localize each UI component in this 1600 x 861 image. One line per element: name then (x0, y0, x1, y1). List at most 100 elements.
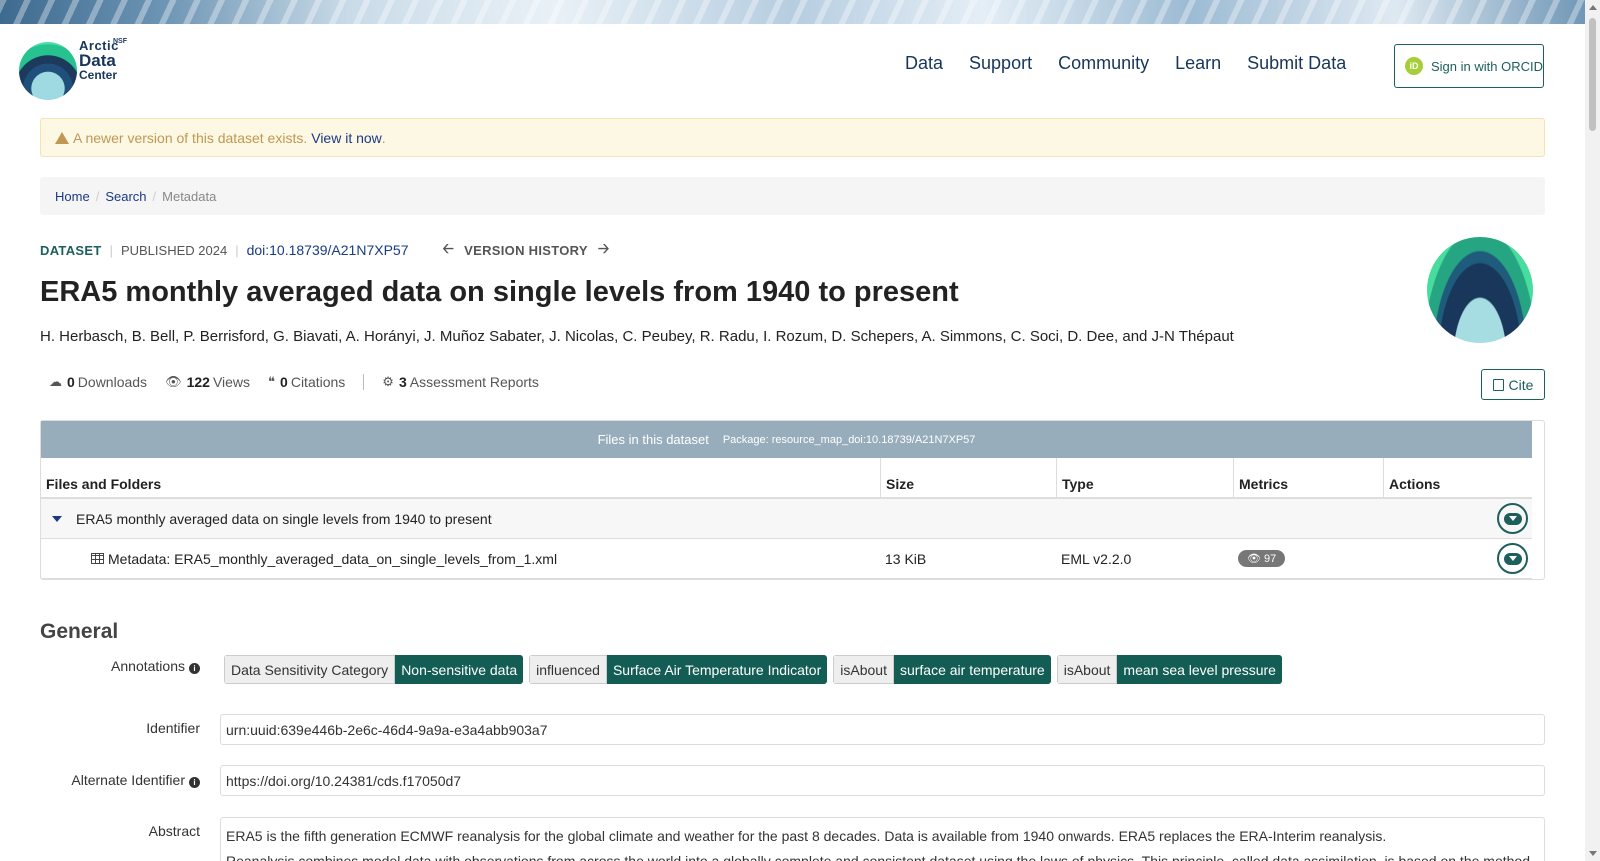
sign-in-orcid-button[interactable]: iD Sign in with ORCID (1394, 44, 1544, 88)
next-version-arrow-icon[interactable]: 🡢 (598, 238, 610, 262)
identifier-field[interactable]: urn:uuid:639e446b-2e6c-46d4-9a9a-e3a4abb… (220, 714, 1545, 745)
alert-text: A newer version of this dataset exists. (73, 129, 308, 146)
abstract-paragraph: ERA5 is the fifth generation ECMWF reana… (226, 828, 1387, 844)
breadcrumb-current: Metadata (162, 188, 217, 204)
alternate-identifier-label: Alternate Identifier i (0, 772, 200, 788)
abstract-field: ERA5 is the fifth generation ECMWF reana… (220, 817, 1545, 861)
folder-cell: ERA5 monthly averaged data on single lev… (41, 499, 880, 538)
table-icon (91, 553, 104, 564)
assessment-label: Assessment Reports (409, 374, 539, 390)
published-year: PUBLISHED 2024 (120, 242, 228, 258)
annotation-value: Non-sensitive data (395, 655, 524, 684)
info-icon[interactable]: i (189, 663, 200, 674)
view-newer-version-link[interactable]: View it now (311, 130, 382, 146)
citations-count: 0 (280, 374, 288, 390)
annotations-list: Data Sensitivity Category Non-sensitive … (224, 655, 1282, 684)
site-header: Arctic Data Center NSF Data Support Comm… (0, 24, 1585, 116)
table-row: ERA5 monthly averaged data on single lev… (41, 499, 1532, 539)
breadcrumb-separator: / (95, 188, 100, 204)
logo-emblem-icon (19, 42, 77, 100)
scrollbar-thumb[interactable] (1589, 18, 1596, 131)
citations-label: Citations (290, 374, 346, 390)
collapse-caret-icon[interactable] (52, 515, 62, 522)
download-folder-button[interactable] (1497, 503, 1528, 534)
identifier-label: Identifier (146, 720, 200, 736)
annotation-property: isAbout (1056, 655, 1118, 684)
folder-name[interactable]: ERA5 monthly averaged data on single lev… (76, 511, 492, 527)
orcid-icon: iD (1405, 57, 1423, 75)
downloads-count: 0 (67, 374, 75, 390)
scroll-down-arrow-icon[interactable] (1589, 851, 1597, 856)
stats-divider (363, 374, 365, 390)
annotation-property: influenced (529, 655, 607, 684)
file-type: EML v2.2.0 (1061, 550, 1132, 567)
meta-divider: | (109, 242, 113, 258)
table-row: Metadata: ERA5_monthly_averaged_data_on_… (41, 539, 1532, 579)
info-icon[interactable]: i (189, 777, 200, 788)
nav-data[interactable]: Data (905, 53, 943, 74)
version-history: 🡠 VERSION HISTORY 🡢 (433, 238, 620, 262)
cloud-download-icon (1503, 552, 1522, 565)
quote-icon: ❝ (268, 374, 276, 389)
file-size: 13 KiB (885, 550, 927, 567)
file-views-badge: 👁 97 (1238, 550, 1286, 567)
column-files-and-folders[interactable]: Files and Folders (41, 458, 880, 499)
warning-icon (55, 131, 69, 144)
general-heading: General (40, 620, 119, 643)
annotation-pill[interactable]: isAbout surface air temperature (833, 655, 1051, 684)
annotation-value: mean sea level pressure (1117, 655, 1282, 684)
downloads-stat: ☁ 0 Downloads (49, 374, 147, 390)
nav-learn[interactable]: Learn (1175, 53, 1221, 74)
arctic-data-center-logo[interactable]: Arctic Data Center (19, 38, 131, 100)
eye-icon: 👁 (165, 374, 182, 389)
downloads-label: Downloads (77, 374, 148, 390)
files-table: Files in this dataset Package: resource_… (40, 420, 1545, 580)
abstract-label: Abstract (148, 823, 200, 839)
column-size[interactable]: Size (880, 458, 1056, 499)
views-label: Views (212, 374, 251, 390)
alternate-identifier-label-text: Alternate Identifier (71, 772, 185, 788)
cite-label: Cite (1508, 376, 1534, 393)
nav-community[interactable]: Community (1058, 53, 1149, 74)
files-columns: Files and Folders Size Type Metrics Acti… (41, 458, 1532, 499)
files-heading: Files in this dataset (597, 432, 709, 447)
annotation-property: isAbout (833, 655, 894, 684)
assessment-count: 3 (398, 374, 407, 390)
cite-button[interactable]: Cite (1481, 369, 1545, 400)
annotation-pill[interactable]: Data Sensitivity Category Non-sensitive … (224, 655, 524, 684)
main-nav: Data Support Community Learn Submit Data (905, 53, 1372, 74)
eye-icon: 👁 (1247, 553, 1265, 565)
file-name[interactable]: Metadata: ERA5_monthly_averaged_data_on_… (108, 551, 557, 567)
citations-stat: ❝ 0 Citations (268, 374, 345, 390)
alert-tail: . (381, 129, 386, 146)
column-metrics[interactable]: Metrics (1233, 458, 1383, 499)
nav-submit-data[interactable]: Submit Data (1247, 53, 1346, 74)
assessment-reports-stat[interactable]: ⚙ 3 Assessment Reports (382, 374, 539, 390)
download-file-button[interactable] (1497, 543, 1528, 574)
page-scrollbar[interactable] (1585, 0, 1600, 861)
arctic-data-center-emblem-icon (1427, 237, 1533, 343)
scroll-up-arrow-icon[interactable] (1589, 5, 1597, 10)
meta-divider: | (235, 242, 239, 258)
nav-support[interactable]: Support (969, 53, 1032, 74)
dataset-stats: ☁ 0 Downloads 👁 122 Views ❝ 0 Citations … (49, 374, 557, 390)
dashboard-icon: ⚙ (382, 374, 394, 389)
files-table-header: Files in this dataset Package: resource_… (41, 421, 1532, 458)
dataset-authors: H. Herbasch, B. Bell, P. Berrisford, G. … (40, 328, 1234, 345)
views-stat: 👁 122 Views (165, 374, 250, 390)
alternate-identifier-field[interactable]: https://doi.org/10.24381/cds.f17050d7 (220, 765, 1545, 796)
annotation-pill[interactable]: isAbout mean sea level pressure (1056, 655, 1282, 684)
doi-link[interactable]: doi:10.18739/A21N7XP57 (247, 242, 409, 258)
logo-nsf-text: NSF (113, 38, 127, 45)
dataset-meta-row: DATASET | PUBLISHED 2024 | doi:10.18739/… (40, 238, 620, 262)
annotation-pill[interactable]: influenced Surface Air Temperature Indic… (529, 655, 828, 684)
annotations-label: Annotations i (0, 658, 200, 674)
breadcrumb-home[interactable]: Home (55, 189, 90, 204)
breadcrumb-search[interactable]: Search (105, 189, 146, 204)
cloud-download-icon (1503, 512, 1522, 525)
column-type[interactable]: Type (1056, 458, 1233, 499)
logo-line-3: Center (79, 68, 118, 82)
views-count: 122 (186, 374, 210, 390)
file-cell: Metadata: ERA5_monthly_averaged_data_on_… (41, 539, 880, 578)
previous-version-arrow-icon[interactable]: 🡠 (443, 238, 455, 262)
